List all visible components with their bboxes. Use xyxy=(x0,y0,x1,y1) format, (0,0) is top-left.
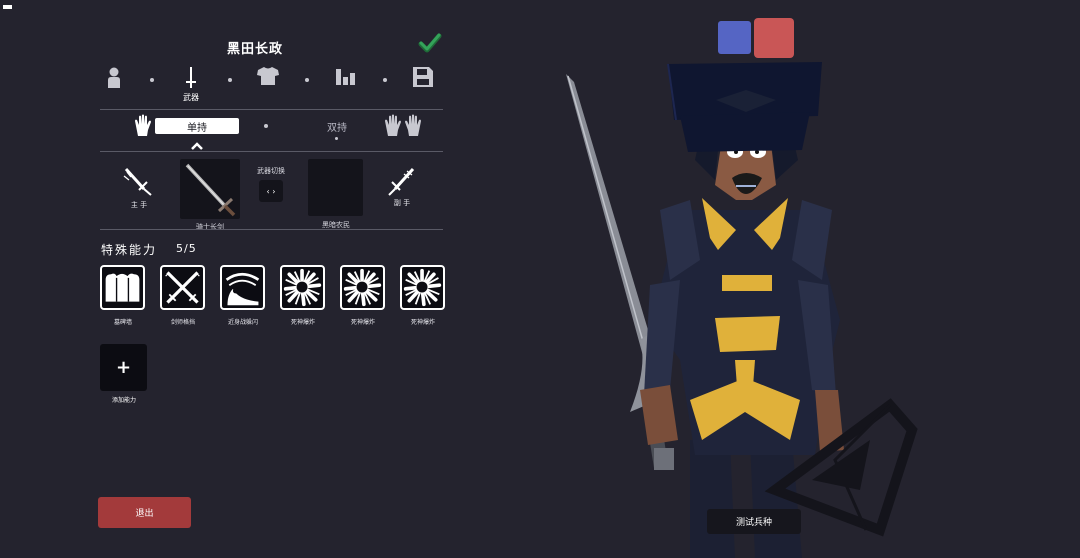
ability-label: 死神爆炸 xyxy=(290,319,315,326)
crossed-swords-icon xyxy=(165,271,200,304)
ability-tombstone-wall[interactable] xyxy=(100,265,145,310)
tab-separator-dot xyxy=(383,78,387,82)
grip-single-option[interactable]: 单持 xyxy=(155,118,239,134)
divider xyxy=(100,151,443,152)
explosion-icon xyxy=(343,268,382,307)
ability-label: 死神爆炸 xyxy=(350,319,375,326)
tab-separator-dot xyxy=(305,78,309,82)
add-ability-button[interactable]: + xyxy=(100,344,147,391)
explosion-icon xyxy=(283,268,322,307)
swap-arrows-icon: ‹ › xyxy=(266,186,276,196)
main-hand-label: 主 手 xyxy=(130,201,148,209)
divider xyxy=(100,109,443,110)
single-hand-icon[interactable] xyxy=(132,114,154,138)
person-icon xyxy=(108,67,120,88)
main-weapon-slot[interactable] xyxy=(180,159,240,219)
weapon-switch-label: 武器切换 xyxy=(257,167,285,175)
grip-dual-dot xyxy=(335,137,338,140)
main-hand-icon xyxy=(122,166,154,196)
add-ability-label: 添加能力 xyxy=(111,397,136,404)
tab-separator-dot xyxy=(150,78,154,82)
ability-death-explosion[interactable] xyxy=(280,265,325,310)
grip-separator-dot xyxy=(264,124,268,128)
confirm-check-icon[interactable] xyxy=(418,32,442,54)
tab-unit-base[interactable] xyxy=(94,66,134,106)
shirt-icon xyxy=(257,67,279,85)
save-icon xyxy=(413,67,433,87)
longsword-icon xyxy=(185,163,236,217)
ability-label: 近身战躲闪 xyxy=(227,319,258,326)
ability-death-explosion[interactable] xyxy=(400,265,445,310)
ability-death-explosion[interactable] xyxy=(340,265,385,310)
team-red-swatch[interactable] xyxy=(754,18,794,58)
ability-melee-dodge[interactable] xyxy=(220,265,265,310)
tab-weapons[interactable]: 武器 xyxy=(171,66,211,106)
abilities-count: 5/5 xyxy=(176,242,197,255)
dodge-icon xyxy=(225,272,260,306)
unit-preview[interactable] xyxy=(540,60,940,558)
divider xyxy=(100,229,443,230)
abilities-title: 特殊能力 xyxy=(101,243,158,257)
tab-clothing[interactable] xyxy=(248,66,288,106)
selected-caret-icon xyxy=(191,135,203,150)
corner-menu-icon[interactable] xyxy=(3,5,12,9)
tab-stats[interactable] xyxy=(326,66,366,106)
dual-hand-icon[interactable] xyxy=(383,114,423,138)
tab-weapons-label: 武器 xyxy=(183,93,199,102)
ability-label: 墓碑墙 xyxy=(113,319,132,326)
sword-icon xyxy=(186,67,196,88)
explosion-icon xyxy=(403,268,442,307)
ability-label: 死神爆炸 xyxy=(410,319,435,326)
test-unit-button[interactable]: 测试兵种 xyxy=(707,509,801,534)
tombstone-wall-icon xyxy=(105,273,140,302)
grip-dual-option[interactable]: 双持 xyxy=(305,118,369,134)
off-hand-icon xyxy=(388,166,416,196)
unit-name: 黑田长政 xyxy=(226,42,283,57)
plus-icon: + xyxy=(115,357,132,378)
quit-button[interactable]: 退出 xyxy=(98,497,191,528)
tab-save[interactable] xyxy=(403,66,443,106)
team-blue-swatch[interactable] xyxy=(718,21,751,54)
tab-separator-dot xyxy=(228,78,232,82)
main-weapon-name: 骑士长剑 xyxy=(196,223,224,231)
ability-label: 剑师格挡 xyxy=(170,319,195,326)
off-weapon-slot[interactable] xyxy=(308,159,363,216)
weapon-switch-button[interactable]: ‹ › xyxy=(259,180,283,202)
stats-icon xyxy=(336,69,355,85)
ability-sword-block[interactable] xyxy=(160,265,205,310)
off-hand-label: 副 手 xyxy=(393,199,411,207)
